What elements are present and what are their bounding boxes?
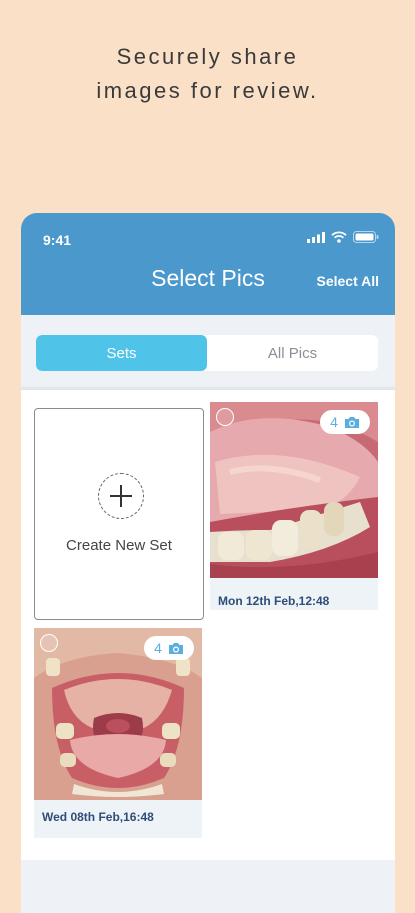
tab-all-pics[interactable]: All Pics [207, 335, 378, 371]
set-thumbnail[interactable]: 4 [34, 628, 202, 800]
select-radio[interactable] [40, 634, 58, 652]
photo-count-badge: 4 [320, 410, 370, 434]
set-date: Mon 12th Feb,12:48 [218, 594, 330, 608]
signal-icon [307, 231, 325, 243]
set-date: Wed 08th Feb,16:48 [42, 810, 154, 824]
segmented-tabs: Sets All Pics [36, 335, 378, 371]
camera-icon [344, 416, 359, 428]
select-radio[interactable] [216, 408, 234, 426]
headline-line-2: images for review. [96, 78, 319, 103]
tab-sets[interactable]: Sets [36, 335, 207, 371]
wifi-icon [331, 231, 347, 243]
photo-count: 4 [330, 414, 338, 430]
create-new-set-label: Create New Set [66, 537, 172, 554]
sets-grid: Create New Set 4 Mon 12th Feb,12:48 4 We… [21, 390, 395, 860]
set-card[interactable]: 4 Wed 08th Feb,16:48 [34, 628, 202, 838]
headline-line-1: Securely share [116, 44, 299, 69]
select-all-button[interactable]: Select All [316, 273, 379, 289]
bottom-area [21, 860, 395, 913]
headline: Securely share images for review. [0, 40, 415, 108]
battery-icon [353, 231, 379, 243]
set-card[interactable]: 4 Mon 12th Feb,12:48 [210, 402, 378, 610]
status-icons [307, 231, 379, 243]
plus-circle-icon [98, 473, 144, 519]
set-thumbnail[interactable]: 4 [210, 402, 378, 578]
phone-screen: 9:41 Select Pics Select All Sets All Pic… [21, 213, 395, 913]
camera-icon [168, 642, 183, 654]
create-new-set-button[interactable]: Create New Set [34, 408, 204, 620]
app-bar: 9:41 Select Pics Select All [21, 213, 395, 315]
status-time: 9:41 [43, 232, 72, 248]
photo-count-badge: 4 [144, 636, 194, 660]
photo-count: 4 [154, 640, 162, 656]
